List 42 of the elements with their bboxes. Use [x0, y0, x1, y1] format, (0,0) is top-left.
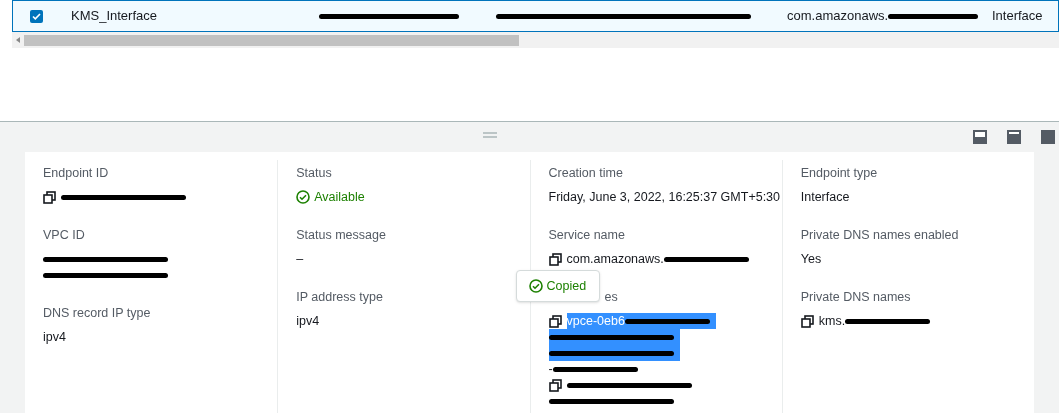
value-text: vpce-0eb6	[566, 313, 625, 330]
value-text: -	[548, 361, 553, 378]
copy-icon[interactable]	[548, 314, 562, 328]
check-circle-icon	[528, 279, 543, 293]
checkmark-icon	[32, 11, 41, 21]
value-text: kms.	[818, 313, 846, 330]
value-text: –	[296, 251, 304, 268]
value-text: ipv4	[43, 329, 66, 346]
copy-icon[interactable]	[548, 378, 562, 392]
field-label: Private DNS names enabled	[800, 228, 959, 242]
copy-icon[interactable]	[548, 252, 562, 266]
check-circle-icon	[296, 190, 311, 204]
field-label: IP address type	[296, 290, 383, 304]
value-text: Yes	[800, 251, 822, 268]
value-text: com.amazonaws.	[787, 7, 889, 26]
value-text: Interface	[992, 7, 1043, 26]
tooltip-text: Copied	[546, 277, 587, 295]
checkbox[interactable]	[30, 9, 43, 23]
field-label: Status	[296, 166, 332, 180]
field-label: Creation time	[548, 166, 623, 180]
panel-layout-button[interactable]	[973, 130, 987, 144]
field-label: Endpoint type	[800, 166, 878, 180]
copy-icon[interactable]	[800, 314, 814, 328]
value-text: Interface	[800, 189, 850, 206]
field-label: es	[604, 290, 618, 304]
horizontal-scrollbar-thumb[interactable]	[24, 34, 519, 46]
value-text: com.amazonaws.	[566, 251, 664, 268]
table-cell-text: KMS_Interface	[71, 7, 158, 26]
value-text: Friday, June 3, 2022, 16:25:37 GMT+5:30	[548, 189, 780, 206]
copy-icon[interactable]	[43, 190, 56, 204]
field-label: DNS record IP type	[43, 306, 151, 320]
scroll-left-icon[interactable]	[16, 37, 20, 43]
field-label: Status message	[296, 228, 386, 242]
field-label: Service name	[548, 228, 625, 242]
panel-layout-button[interactable]	[1007, 130, 1021, 144]
table-row[interactable]: KMS_Interface com.amazonaws. Interface	[12, 0, 1059, 32]
value-text: ipv4	[296, 313, 320, 330]
field-label: VPC ID	[43, 228, 85, 242]
value-text: Available	[314, 189, 365, 206]
field-label: Endpoint ID	[43, 166, 109, 180]
field-label: Private DNS names	[800, 290, 911, 304]
drag-handle-icon[interactable]	[483, 132, 497, 138]
